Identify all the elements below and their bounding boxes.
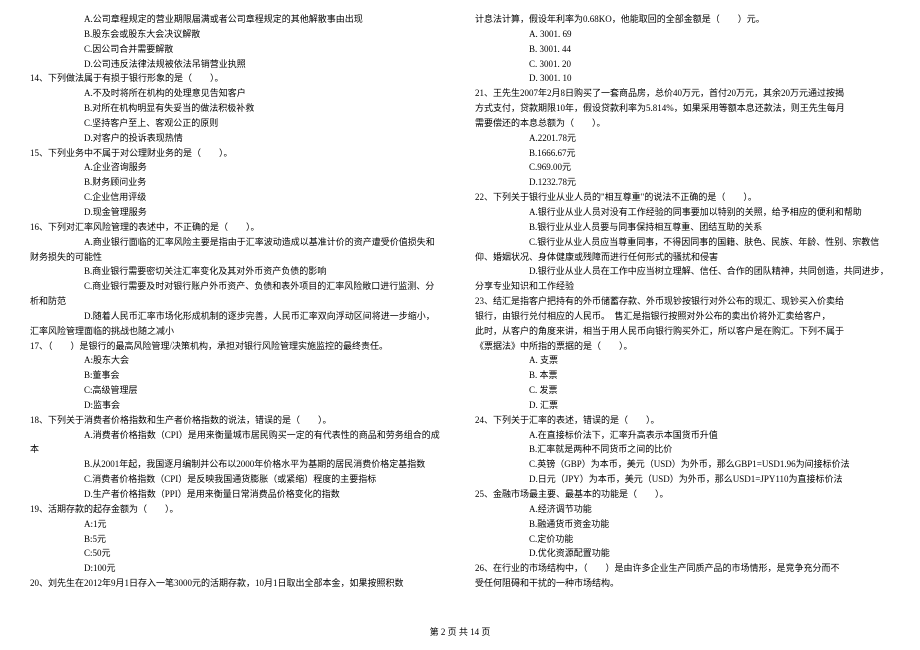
text-line: B.融通货币资金功能 [475, 517, 890, 532]
text-line: B. 3001. 44 [475, 42, 890, 57]
text-line: D.现金管理服务 [30, 205, 445, 220]
text-line: B.从2001年起，我国逐月编制并公布以2000年价格水平为基期的居民消费价格定… [30, 457, 445, 472]
text-line: 23、结汇是指客户把持有的外币储蓄存款、外币现钞按银行对外公布的现汇、现钞买入价… [475, 294, 890, 309]
text-line: B. 本票 [475, 368, 890, 383]
text-line: 17、（ ）是银行的最高风险管理/决策机构，承担对银行风险管理实施监控的最终责任… [30, 339, 445, 354]
text-line: 方式支付，贷款期限10年，假设贷款利率为5.814%，如果采用等额本息还款法，则… [475, 101, 890, 116]
text-line: C.英镑（GBP）为本币，美元（USD）为外币，那么GBP1=USD1.96为间… [475, 457, 890, 472]
text-line: D.对客户的投诉表现热情 [30, 131, 445, 146]
text-line: D.生产者价格指数（PPI）是用来衡量日常消费品价格变化的指数 [30, 487, 445, 502]
text-line: 24、下列关于汇率的表述，错误的是（ ）。 [475, 413, 890, 428]
text-line: 财务损失的可能性 [30, 250, 445, 265]
text-line: C.坚持客户至上、客观公正的原则 [30, 116, 445, 131]
text-line: A.消费者价格指数（CPI）是用来衡量城市居民购买一定的有代表性的商品和劳务组合… [30, 428, 445, 443]
text-line: 19、活期存款的起存金额为（ ）。 [30, 502, 445, 517]
text-line: B.股东会或股东大会决议解散 [30, 27, 445, 42]
text-line: D.优化资源配置功能 [475, 546, 890, 561]
text-line: B.银行业从业人员要与同事保持相互尊重、团结互助的关系 [475, 220, 890, 235]
text-line: A.不及时将所在机构的处理意见告知客户 [30, 86, 445, 101]
text-line: 25、金融市场最主要、最基本的功能是（ ）。 [475, 487, 890, 502]
text-line: A:股东大会 [30, 353, 445, 368]
text-line: B.汇率就是两种不同货币之间的比价 [475, 442, 890, 457]
text-line: 16、下列对汇率风险管理的表述中，不正确的是（ ）。 [30, 220, 445, 235]
text-line: A.在直接标价法下，汇率升高表示本国货币升值 [475, 428, 890, 443]
text-line: 此时，从客户的角度来讲，相当于用人民币向银行购买外汇，所以客户是在购汇。下列不属… [475, 324, 890, 339]
text-line: D:监事会 [30, 398, 445, 413]
text-line: B.1666.67元 [475, 146, 890, 161]
text-line: C.消费者价格指数（CPI）是反映我国通货膨胀（或紧缩）程度的主要指标 [30, 472, 445, 487]
text-line: 15、下列业务中不属于对公理财业务的是（ ）。 [30, 146, 445, 161]
text-line: B.商业银行需要密切关注汇率变化及其对外币资产负债的影响 [30, 264, 445, 279]
text-line: 需要偿还的本息总额为（ ）。 [475, 116, 890, 131]
right-column: 计息法计算，假设年利率为0.68KO，他能取回的全部金额是（ ）元。A. 300… [475, 12, 890, 591]
text-line: 20、刘先生在2012年9月1日存入一笔3000元的活期存款，10月1日取出全部… [30, 576, 445, 591]
text-line: D.1232.78元 [475, 175, 890, 190]
text-line: 汇率风险管理面临的挑战也随之减小 [30, 324, 445, 339]
left-column: A.公司章程规定的营业期限届满或者公司章程规定的其他解散事由出现B.股东会或股东… [30, 12, 445, 591]
text-line: 本 [30, 442, 445, 457]
text-line: B.对所在机构明显有失妥当的做法积极补救 [30, 101, 445, 116]
text-line: A.银行业从业人员对没有工作经验的同事要加以特别的关照，给予相应的便利和帮助 [475, 205, 890, 220]
text-line: C. 3001. 20 [475, 57, 890, 72]
text-line: 分享专业知识和工作经验 [475, 279, 890, 294]
text-line: D:100元 [30, 561, 445, 576]
text-line: 14、下列做法属于有损于银行形象的是（ ）。 [30, 71, 445, 86]
exam-page: A.公司章程规定的营业期限届满或者公司章程规定的其他解散事由出现B.股东会或股东… [0, 0, 920, 591]
text-line: C.定价功能 [475, 532, 890, 547]
text-line: D.银行业从业人员在工作中应当树立理解、信任、合作的团队精神，共同创造，共同进步… [475, 264, 890, 279]
text-line: D. 3001. 10 [475, 71, 890, 86]
text-line: A. 支票 [475, 353, 890, 368]
text-line: A.企业咨询服务 [30, 160, 445, 175]
text-line: A.商业银行面临的汇率风险主要是指由于汇率波动造成以基准计价的资产遭受价值损失和 [30, 235, 445, 250]
text-line: C.企业信用评级 [30, 190, 445, 205]
text-line: 18、下列关于消费者价格指数和生产者价格指数的说法，错误的是（ ）。 [30, 413, 445, 428]
text-line: 银行，由银行兑付相应的人民币。 售汇是指银行按照对外公布的卖出价将外汇卖给客户， [475, 309, 890, 324]
text-line: D.公司违反法律法规被依法吊销营业执照 [30, 57, 445, 72]
page-number: 第 2 页 共 14 页 [430, 627, 491, 637]
text-line: C. 发票 [475, 383, 890, 398]
text-line: A. 3001. 69 [475, 27, 890, 42]
text-line: 21、王先生2007年2月8日购买了一套商品房，总价40万元，首付20万元，其余… [475, 86, 890, 101]
text-line: A.公司章程规定的营业期限届满或者公司章程规定的其他解散事由出现 [30, 12, 445, 27]
text-line: D. 汇票 [475, 398, 890, 413]
text-line: D.随着人民币汇率市场化形成机制的逐步完善，人民币汇率双向浮动区间将进一步缩小， [30, 309, 445, 324]
text-line: C.商业银行需要及时对银行账户外币资产、负债和表外项目的汇率风险敞口进行监测、分 [30, 279, 445, 294]
text-line: C.银行业从业人员应当尊重同事，不得因同事的国籍、肤色、民族、年龄、性别、宗教信 [475, 235, 890, 250]
text-line: C.969.00元 [475, 160, 890, 175]
text-line: 计息法计算，假设年利率为0.68KO，他能取回的全部金额是（ ）元。 [475, 12, 890, 27]
text-line: 《票据法》中所指的票据的是（ ）。 [475, 339, 890, 354]
text-line: A.2201.78元 [475, 131, 890, 146]
text-line: 26、在行业的市场结构中，（ ）是由许多企业生产同质产品的市场情形，是竞争充分而… [475, 561, 890, 576]
page-footer: 第 2 页 共 14 页 [0, 625, 920, 640]
text-line: B.财务顾问业务 [30, 175, 445, 190]
text-line: 22、下列关于银行业从业人员的"相互尊重"的说法不正确的是（ ）。 [475, 190, 890, 205]
text-line: 析和防范 [30, 294, 445, 309]
text-line: 仰、婚姻状况、身体健康或残障而进行任何形式的骚扰和侵害 [475, 250, 890, 265]
text-line: 受任何阻碍和干扰的一种市场结构。 [475, 576, 890, 591]
text-line: B:董事会 [30, 368, 445, 383]
text-line: A.经济调节功能 [475, 502, 890, 517]
text-line: D.日元（JPY）为本币，美元（USD）为外币，那么USD1=JPY110为直接… [475, 472, 890, 487]
text-line: C:50元 [30, 546, 445, 561]
text-line: C:高级管理层 [30, 383, 445, 398]
text-line: B:5元 [30, 532, 445, 547]
text-line: C.因公司合并需要解散 [30, 42, 445, 57]
text-line: A:1元 [30, 517, 445, 532]
